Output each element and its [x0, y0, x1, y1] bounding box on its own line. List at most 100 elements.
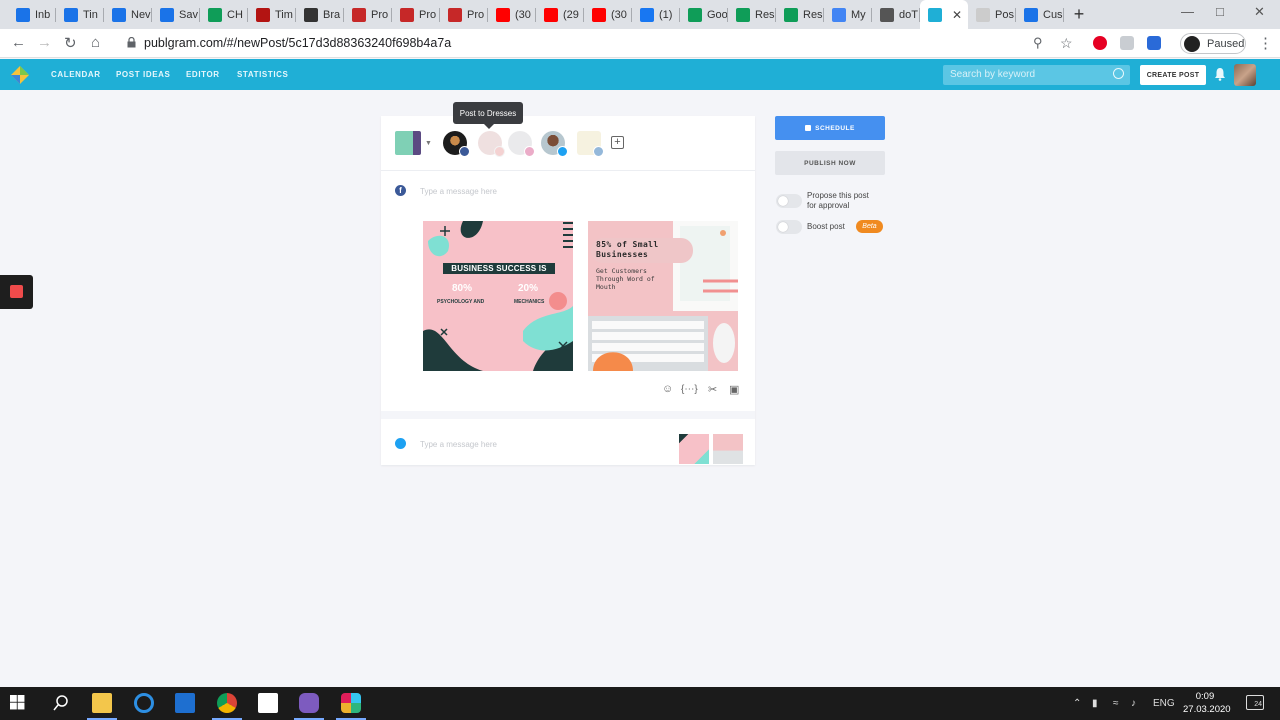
twitter-thumb-business-success[interactable] [679, 434, 709, 464]
store-icon[interactable] [258, 693, 278, 713]
account-twitter-avatar[interactable] [541, 131, 568, 157]
browser-tab[interactable]: Tim [248, 0, 296, 29]
pinterest-extension-icon[interactable] [1093, 36, 1107, 50]
viber-icon[interactable] [299, 693, 319, 713]
browser-tab-label: (29 [563, 8, 579, 21]
browser-tab[interactable]: Res [728, 0, 776, 29]
browser-tab[interactable]: My [824, 0, 872, 29]
bookmark-star-icon[interactable]: ☆ [1060, 35, 1073, 52]
browser-tab[interactable]: (29 [536, 0, 584, 29]
browser-tab[interactable]: Pro [440, 0, 488, 29]
propose-approval-toggle[interactable] [776, 194, 802, 208]
browser-tab[interactable]: Res [776, 0, 824, 29]
nav-statistics[interactable]: STATISTICS [237, 70, 288, 79]
browser-tab-label: Pro [419, 8, 437, 21]
browser-tab[interactable]: ✕ [920, 0, 968, 29]
taskbar-clock[interactable]: 0:09 27.03.2020 [1183, 690, 1231, 716]
account-dresses-avatar[interactable] [478, 131, 505, 157]
slack-icon[interactable] [341, 693, 361, 713]
close-window-icon[interactable]: ✕ [1254, 4, 1265, 20]
chevron-down-icon[interactable]: ▼ [425, 140, 432, 147]
twitter-thumb-small-businesses[interactable] [713, 434, 743, 464]
hashtag-braces-icon[interactable]: {⋯} [681, 384, 698, 395]
schedule-button[interactable]: SCHEDULE [775, 116, 885, 140]
browser-tab[interactable]: (30 [584, 0, 632, 29]
browser-tab[interactable]: Goo [680, 0, 728, 29]
search-input[interactable]: Search by keyword [943, 65, 1130, 85]
account-instagram-avatar[interactable] [508, 131, 535, 157]
publgram-logo-icon[interactable] [11, 66, 29, 84]
d-extension-icon[interactable] [1147, 36, 1161, 50]
search-icon[interactable] [51, 693, 71, 713]
notification-center-icon[interactable]: 24 [1246, 695, 1264, 710]
clock-date: 27.03.2020 [1183, 704, 1231, 715]
create-post-button[interactable]: CREATE POST [1140, 65, 1206, 85]
attached-image-business-success[interactable]: BUSINESS SUCCESS IS 80% PSYCHOLOGY AND 2… [423, 221, 573, 371]
publgram-icon [928, 7, 942, 22]
emoji-icon[interactable]: ☺ [662, 383, 673, 395]
account-selector-row: ▼ + [381, 116, 755, 171]
menu-kebab-icon[interactable]: ⋮ [1258, 34, 1273, 52]
user-avatar[interactable] [1234, 64, 1256, 86]
url-field[interactable]: publgram.com/#/newPost/5c17d3d88363240f6… [144, 36, 451, 50]
publish-now-button[interactable]: PUBLISH NOW [775, 151, 885, 175]
browser-tab[interactable]: Bra [296, 0, 344, 29]
search-placeholder: Search by keyword [950, 69, 1036, 80]
browser-tab-strip: Inb Tin Nev Sav CH Tim Bra Pro Pro Pro (30 (29 (30 (1… [0, 0, 1280, 29]
new-tab-icon[interactable]: + [1064, 0, 1094, 29]
close-tab-icon[interactable]: ✕ [952, 8, 962, 22]
chrome-icon[interactable] [217, 693, 237, 713]
scissors-icon[interactable]: ✂ [708, 383, 717, 396]
add-account-button[interactable]: + [611, 136, 624, 149]
browser-tab[interactable]: Pos [968, 0, 1016, 29]
account-tooltip: Post to Dresses [453, 102, 523, 129]
browser-tab[interactable]: Tin [56, 0, 104, 29]
reload-icon[interactable]: ↻ [64, 34, 77, 52]
lock-icon[interactable] [127, 37, 136, 48]
twitter-message-input[interactable]: Type a message here [420, 440, 497, 449]
edge-browser-icon[interactable] [134, 693, 154, 713]
profile-paused-button[interactable]: Paused [1180, 33, 1246, 54]
facebook-message-input[interactable]: Type a message here [420, 187, 497, 196]
profile-status-label: Paused [1207, 37, 1245, 50]
browser-tab[interactable]: Sav [152, 0, 200, 29]
account-facebook-avatar[interactable] [443, 131, 470, 157]
minimize-icon[interactable]: — [1181, 4, 1194, 19]
nav-post-ideas[interactable]: POST IDEAS [116, 70, 170, 79]
browser-tab[interactable]: CH [200, 0, 248, 29]
file-explorer-icon[interactable] [92, 693, 112, 713]
zoom-icon[interactable]: ⚲ [1033, 35, 1043, 51]
account-linkedin-avatar[interactable] [577, 131, 604, 157]
notification-bell-icon[interactable] [1214, 67, 1226, 81]
browser-tab[interactable]: Nev [104, 0, 152, 29]
forward-icon[interactable]: → [37, 34, 52, 51]
nav-editor[interactable]: EDITOR [186, 70, 220, 79]
browser-tab[interactable]: Pro [392, 0, 440, 29]
boost-post-toggle[interactable] [776, 220, 802, 234]
screen-recorder-stop-button[interactable] [0, 275, 33, 309]
home-icon[interactable]: ⌂ [91, 34, 100, 51]
wifi-icon[interactable]: ≈ [1113, 698, 1119, 709]
browser-tab[interactable]: Pro [344, 0, 392, 29]
mail-icon[interactable] [175, 693, 195, 713]
image-edit-icon[interactable]: ▣ [729, 383, 739, 396]
code-extension-icon[interactable] [1120, 36, 1134, 50]
windows-start-icon[interactable] [10, 695, 27, 712]
attached-image-small-businesses[interactable]: 85% of Small Businesses Get Customers Th… [588, 221, 738, 371]
docs-icon [832, 7, 846, 22]
trello-icon [1024, 7, 1038, 22]
browser-tab[interactable]: Cus [1016, 0, 1064, 29]
maximize-icon[interactable]: □ [1216, 4, 1224, 19]
browser-tab[interactable]: (30 [488, 0, 536, 29]
account-group-thumbnail[interactable] [395, 131, 421, 155]
browser-tab[interactable]: Inb [8, 0, 56, 29]
tray-chevron-icon[interactable]: ⌃ [1073, 698, 1081, 709]
language-indicator[interactable]: ENG [1153, 698, 1175, 709]
browser-tab[interactable]: doT [872, 0, 920, 29]
volume-icon[interactable]: ♪ [1131, 698, 1136, 709]
search-icon[interactable] [1113, 68, 1124, 79]
nav-calendar[interactable]: CALENDAR [51, 70, 101, 79]
browser-tab[interactable]: (1) [632, 0, 680, 29]
back-icon[interactable]: ← [11, 34, 26, 51]
battery-icon[interactable]: ▮ [1092, 698, 1098, 709]
